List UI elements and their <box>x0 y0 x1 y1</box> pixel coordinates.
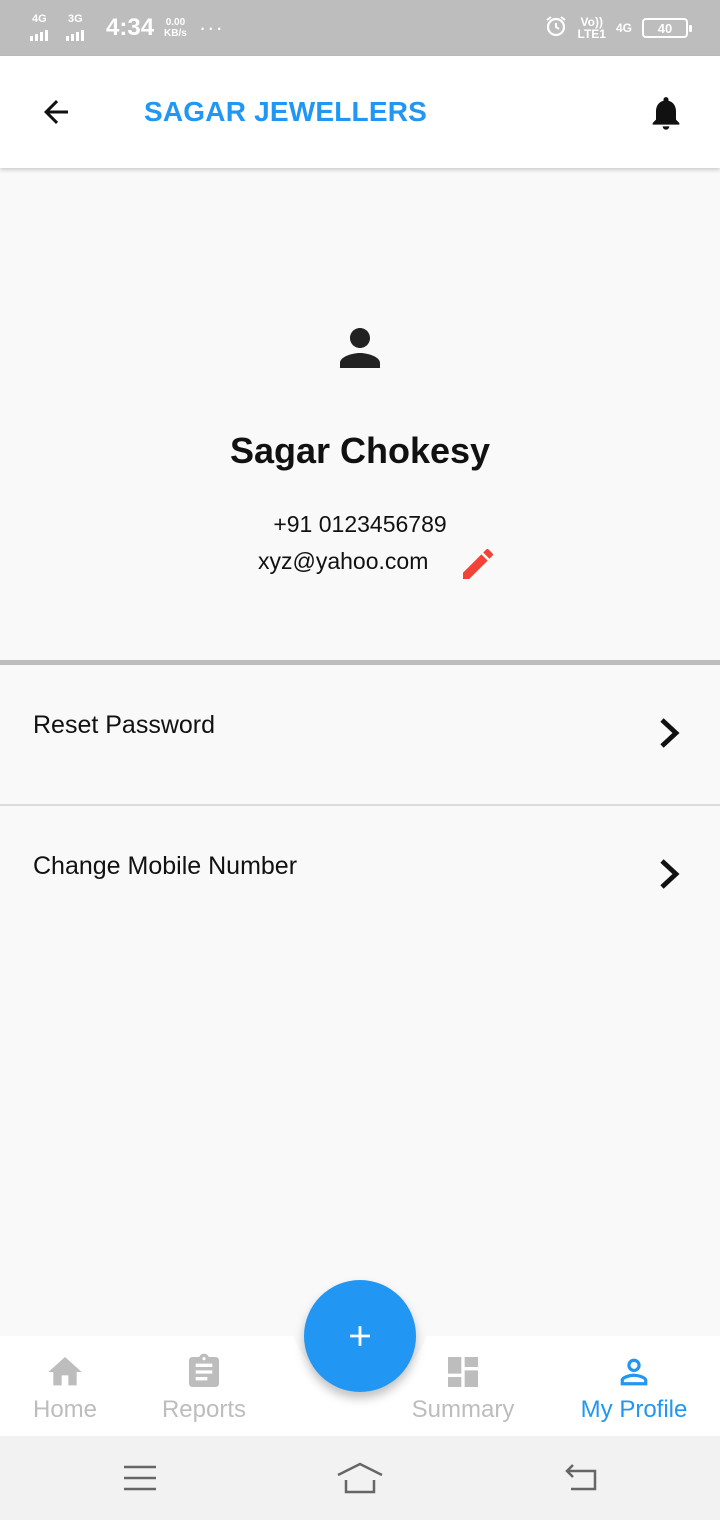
network-speed: 0.00 KB/s <box>164 17 187 39</box>
system-navigation-bar <box>0 1436 720 1520</box>
arrow-back-icon <box>44 100 68 124</box>
notifications-button[interactable] <box>646 90 686 136</box>
sim1-signal-icon: 4G <box>30 13 60 43</box>
status-right: Vo)) LTE1 4G 40 <box>544 12 692 44</box>
sim2-signal-icon: 3G <box>66 13 96 43</box>
nav-summary[interactable]: Summary <box>404 1336 522 1436</box>
status-left: 4G 3G 4:34 0.00 KB/s ··· <box>30 10 224 46</box>
system-menu-button[interactable] <box>116 1456 164 1500</box>
volte-line2: LTE1 <box>577 27 606 41</box>
nav-my-profile[interactable]: My Profile <box>570 1336 698 1436</box>
pencil-icon <box>463 548 494 579</box>
nav-home-label: Home <box>32 1396 98 1423</box>
app-title: SAGAR JEWELLERS <box>144 96 428 127</box>
reset-password-label: Reset Password <box>33 711 216 739</box>
nav-reports-label: Reports <box>161 1396 247 1423</box>
plus-icon <box>350 1326 370 1346</box>
network-speed-value: 0.00 <box>165 17 186 28</box>
alarm-icon <box>544 14 568 43</box>
network-4g-icon: 4G <box>615 21 632 35</box>
clipboard-icon <box>184 1352 224 1392</box>
profile-name: Sagar Chokesy <box>229 430 491 471</box>
status-bar: 4G 3G 4:34 0.00 KB/s ··· Vo)) LTE1 4G 40 <box>0 0 720 56</box>
reset-password-item[interactable]: Reset Password <box>0 665 720 803</box>
back-button[interactable] <box>32 88 80 136</box>
volte-indicator: Vo)) LTE1 <box>578 16 606 40</box>
nav-summary-label: Summary <box>411 1396 515 1423</box>
profile-email: xyz@yahoo.com <box>258 548 429 574</box>
add-fab-button[interactable] <box>304 1280 416 1392</box>
dashboard-icon <box>443 1352 483 1392</box>
edit-profile-button[interactable] <box>456 542 500 586</box>
back-return-icon <box>565 1464 597 1491</box>
sim1-type: 4G <box>32 13 47 25</box>
status-time: 4:34 <box>106 14 155 41</box>
nav-reports[interactable]: Reports <box>148 1336 260 1436</box>
home-outline-icon <box>337 1462 383 1494</box>
more-notifications-icon: ··· <box>198 15 224 40</box>
person-outline-icon <box>614 1352 654 1392</box>
home-icon <box>45 1352 85 1392</box>
network-speed-unit: KB/s <box>164 28 187 39</box>
app-bar: SAGAR JEWELLERS <box>0 56 720 168</box>
sim2-type: 3G <box>68 13 83 25</box>
profile-header: Sagar Chokesy +91 0123456789 xyz@yahoo.c… <box>0 168 720 660</box>
menu-icon <box>124 1465 156 1491</box>
change-mobile-number-label: Change Mobile Number <box>33 852 298 880</box>
bell-icon <box>652 97 680 130</box>
nav-my-profile-label: My Profile <box>580 1396 688 1423</box>
system-home-button[interactable] <box>336 1456 384 1500</box>
battery-level: 40 <box>657 20 673 36</box>
change-mobile-number-item[interactable]: Change Mobile Number <box>0 806 720 944</box>
chevron-right-icon <box>656 858 684 890</box>
profile-phone: +91 0123456789 <box>273 511 447 537</box>
nav-home[interactable]: Home <box>20 1336 110 1436</box>
person-icon <box>330 318 390 378</box>
chevron-right-icon <box>656 717 684 749</box>
battery-icon: 40 <box>642 18 692 38</box>
system-back-button[interactable] <box>556 1456 604 1500</box>
